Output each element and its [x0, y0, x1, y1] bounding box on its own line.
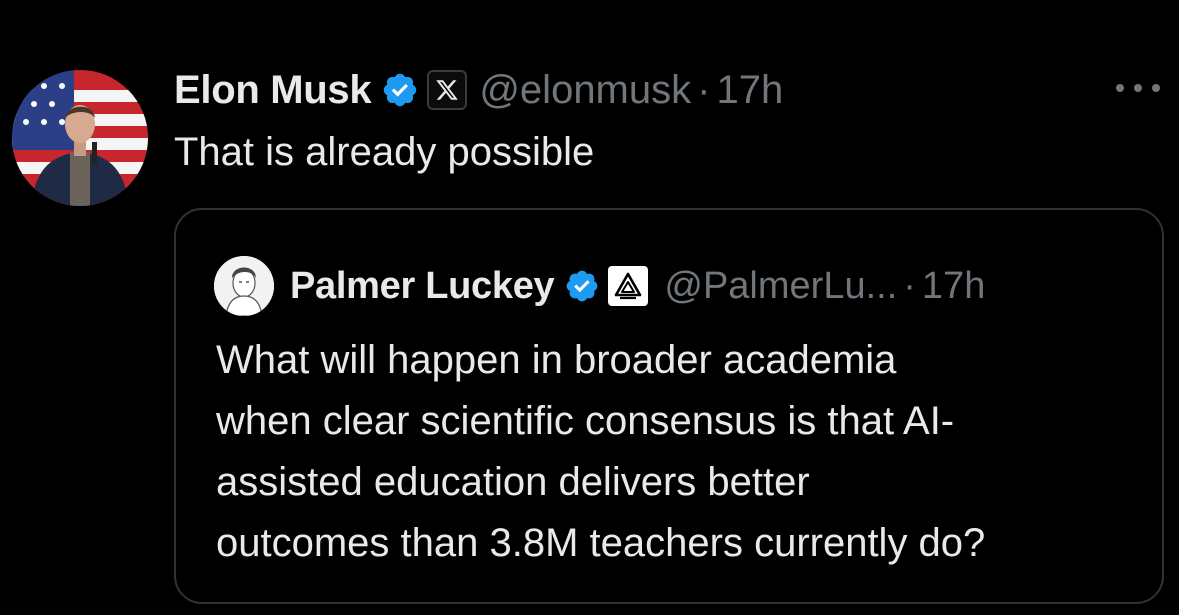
author-avatar[interactable] — [12, 70, 148, 206]
separator-dot: · — [697, 67, 711, 112]
anduril-logo-icon[interactable] — [608, 266, 649, 306]
author-display-name[interactable]: Elon Musk — [174, 68, 372, 113]
quoted-author-avatar[interactable] — [214, 256, 274, 316]
x-logo-icon[interactable] — [427, 70, 468, 110]
quoted-tweet-text-line: when clear scientific consensus is that … — [216, 399, 955, 443]
verified-badge-icon[interactable] — [381, 71, 419, 109]
author-handle[interactable]: @elonmusk — [479, 68, 691, 113]
more-options-icon[interactable] — [1116, 80, 1160, 96]
quoted-tweet-text: What will happen in broader academia whe… — [216, 330, 1146, 574]
separator-dot: · — [903, 264, 916, 307]
quoted-tweet-text-line: What will happen in broader academia — [216, 338, 897, 382]
tweet[interactable]: Elon Musk @elonmusk · 17h That is alread… — [0, 0, 1179, 615]
quoted-tweet-header: Palmer Luckey @PalmerLu... · 17h — [214, 256, 985, 316]
verified-badge-icon[interactable] — [564, 268, 600, 304]
quoted-tweet-card[interactable]: Palmer Luckey @PalmerLu... · 17h What wi… — [174, 208, 1164, 604]
tweet-header: Elon Musk @elonmusk · 17h — [174, 62, 783, 118]
quoted-author-handle[interactable]: @PalmerLu... — [664, 265, 897, 308]
tweet-text: That is already possible — [174, 130, 595, 174]
quoted-author-display-name[interactable]: Palmer Luckey — [290, 265, 555, 308]
tweet-timestamp[interactable]: 17h — [716, 68, 783, 113]
quoted-tweet-text-line: outcomes than 3.8M teachers currently do… — [216, 521, 986, 565]
quoted-tweet-timestamp[interactable]: 17h — [922, 265, 985, 308]
quoted-tweet-text-line: assisted education delivers better — [216, 460, 810, 504]
avatar-image — [12, 70, 148, 206]
